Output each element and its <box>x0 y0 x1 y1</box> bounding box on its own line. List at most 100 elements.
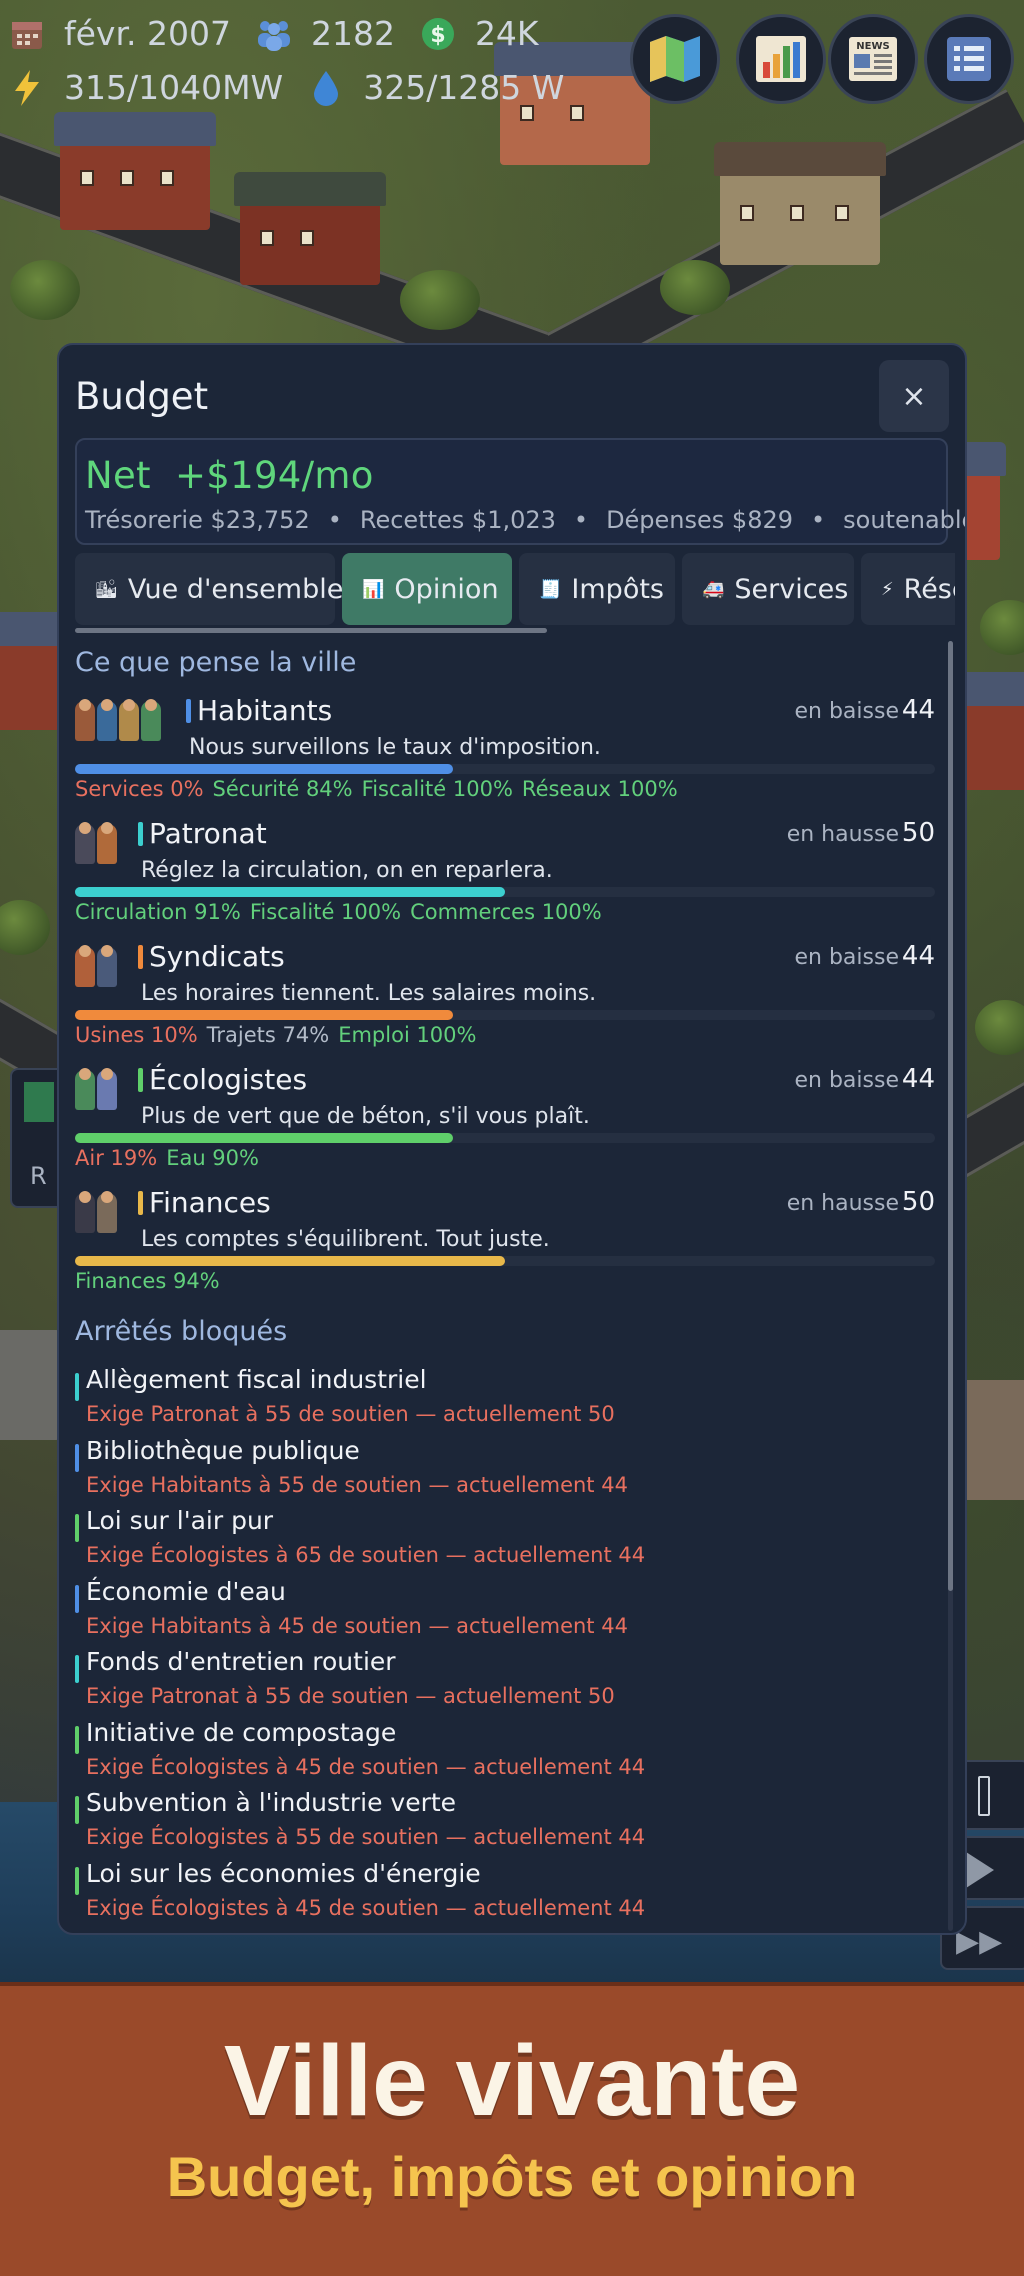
decree-name: Initiative de compostage <box>86 1717 397 1747</box>
stats-button[interactable] <box>736 14 826 104</box>
opinion-group: Habitants en baisse 44 Nous surveillons le … <box>75 693 935 816</box>
tab-services[interactable]: 🚑 Services <box>682 553 854 625</box>
opinion-group: Finances en hausse 50 Les comptes s'équilib… <box>75 1185 935 1308</box>
group-avatar-icon <box>75 699 161 745</box>
panel-title: Budget <box>75 375 209 418</box>
blocked-decree[interactable]: Allègement fiscal industriel Exige Patron… <box>75 1365 935 1435</box>
decree-name: Allègement fiscal industriel <box>86 1365 427 1394</box>
person-icon <box>119 699 139 741</box>
tree <box>975 1000 1024 1055</box>
factor-label: Emploi 100% <box>338 1023 477 1047</box>
group-trend: en baisse <box>794 699 900 724</box>
group-name: Habitants <box>197 694 333 727</box>
money-display: 24K <box>474 14 539 53</box>
factor-label: Services 0% <box>75 777 204 801</box>
blocked-decree[interactable]: Subvention à l'industrie verte Exige Écol… <box>75 1788 935 1858</box>
decree-color-marker <box>75 1655 79 1683</box>
group-score: 44 <box>901 1064 935 1094</box>
factor-label: Usines 10% <box>75 1023 198 1047</box>
factor-label: Eau 90% <box>166 1146 259 1170</box>
close-button[interactable]: × <box>879 360 949 432</box>
group-avatar-icon <box>75 1191 117 1237</box>
person-icon <box>141 699 161 741</box>
receipt-icon: 🧾 <box>539 578 562 600</box>
group-factors: Air 19% Eau 90% <box>75 1146 268 1170</box>
blocked-decree[interactable]: Économie d'eau Exige Habitants à 45 de so… <box>75 1577 935 1647</box>
content-scrollbar[interactable] <box>948 641 953 1591</box>
side-control-letter: R <box>30 1162 47 1190</box>
person-icon <box>97 1068 117 1110</box>
decree-name: Bibliothèque publique <box>86 1435 360 1465</box>
group-factors: Circulation 91% Fiscalité 100% Commerces 1… <box>75 900 611 924</box>
group-score: 50 <box>901 1187 935 1217</box>
decree-name: Subvention à l'industrie verte <box>86 1788 457 1817</box>
decree-requirement: Exige Habitants à 55 de soutien — actuel… <box>86 1472 628 1497</box>
ambulance-icon: 🚑 <box>702 578 725 600</box>
tab-networks[interactable]: ⚡ Rése <box>861 553 955 625</box>
decree-color-marker <box>75 1584 79 1613</box>
support-bar <box>75 1010 453 1020</box>
person-icon <box>97 945 117 987</box>
finance-summary: Trésorerie $23,752 • Recettes $1,023 • Dépen… <box>85 506 967 534</box>
person-icon <box>75 822 95 864</box>
decree-color-marker <box>75 1514 79 1542</box>
tab-overview[interactable]: 🏙 Vue d'ensemble <box>75 553 343 625</box>
blocked-decree[interactable]: Initiative de compostage Exige Écologiste… <box>75 1718 935 1788</box>
group-avatar-icon <box>75 822 117 868</box>
tab-label: Opinion <box>394 573 499 605</box>
revenue: Recettes $1,023 <box>359 506 556 534</box>
house <box>0 1330 60 1440</box>
map-button[interactable] <box>630 14 720 104</box>
blocked-heading: Arrêtés bloqués <box>75 1316 288 1347</box>
tree <box>0 900 50 955</box>
side-control-indicator <box>24 1082 54 1122</box>
opinion-heading: Ce que pense la ville <box>75 647 357 678</box>
tree <box>400 270 480 330</box>
hud-row-bottom: 315/1040MW 325/1285 W <box>8 68 588 107</box>
blocked-decree[interactable]: Loi sur l'air pur Exige Écologistes à 65 … <box>75 1506 935 1576</box>
opinion-group: Écologistes en baisse 44 Plus de vert que d… <box>75 1062 935 1185</box>
banner-title: Ville vivante <box>223 2025 801 2137</box>
opinion-content: Ce que pense la ville Habitants en baisse… <box>75 633 948 1923</box>
group-color-marker <box>138 822 143 846</box>
tab-taxes[interactable]: 🧾 Impôts <box>519 553 675 625</box>
group-trend: en hausse <box>786 822 899 847</box>
bar-chart-icon: 📊 <box>362 578 385 600</box>
budget-status: soutenable <box>843 506 967 534</box>
tab-label: Services <box>734 573 849 605</box>
house <box>234 172 386 285</box>
support-bar <box>75 764 453 774</box>
group-quote: Réglez la circulation, on en reparlera. <box>141 858 553 883</box>
support-bar <box>75 1133 453 1143</box>
person-icon <box>75 699 95 741</box>
blocked-decree[interactable]: Fonds d'entretien routier Exige Patronat … <box>75 1647 935 1717</box>
blocked-decree[interactable]: Bibliothèque publique Exige Habitants à 5… <box>75 1436 935 1506</box>
group-avatar-icon <box>75 1068 117 1114</box>
decree-requirement: Exige Patronat à 55 de soutien — actuell… <box>86 1402 615 1426</box>
svg-text:NEWS: NEWS <box>856 41 889 52</box>
net-summary: Net +$194/mo Trésorerie $23,752 • Recettes… <box>75 438 965 545</box>
power-icon: ⚡ <box>881 578 894 600</box>
group-trend: en baisse <box>794 1068 900 1093</box>
menu-button[interactable] <box>924 14 1014 104</box>
support-bar <box>75 887 505 897</box>
tab-opinion[interactable]: 📊 Opinion <box>342 553 512 625</box>
date-display: févr. 2007 <box>64 14 231 53</box>
separator: • <box>811 506 826 534</box>
decree-color-marker <box>75 1796 79 1824</box>
group-quote: Nous surveillons le taux d'imposition. <box>189 735 601 760</box>
news-button[interactable]: NEWS <box>828 14 918 104</box>
decree-color-marker <box>75 1443 79 1472</box>
tab-bar: 🏙 Vue d'ensemble 📊 Opinion 🧾 Impôts 🚑 Servic… <box>75 553 955 627</box>
decree-name: Fonds d'entretien routier <box>86 1647 396 1676</box>
population-display: 2182 <box>310 14 395 53</box>
decree-requirement: Exige Écologistes à 45 de soutien — actu… <box>86 1754 646 1779</box>
group-name: Syndicats <box>149 940 285 973</box>
decree-name: Économie d'eau <box>86 1576 286 1606</box>
person-icon <box>97 699 117 741</box>
factor-label: Réseaux 100% <box>521 777 678 801</box>
tab-label: Impôts <box>571 573 664 605</box>
people-icon <box>255 15 293 53</box>
tab-label: Rése <box>903 573 955 605</box>
blocked-decree[interactable]: Loi sur les économies d'énergie Exige Éco… <box>75 1859 935 1924</box>
